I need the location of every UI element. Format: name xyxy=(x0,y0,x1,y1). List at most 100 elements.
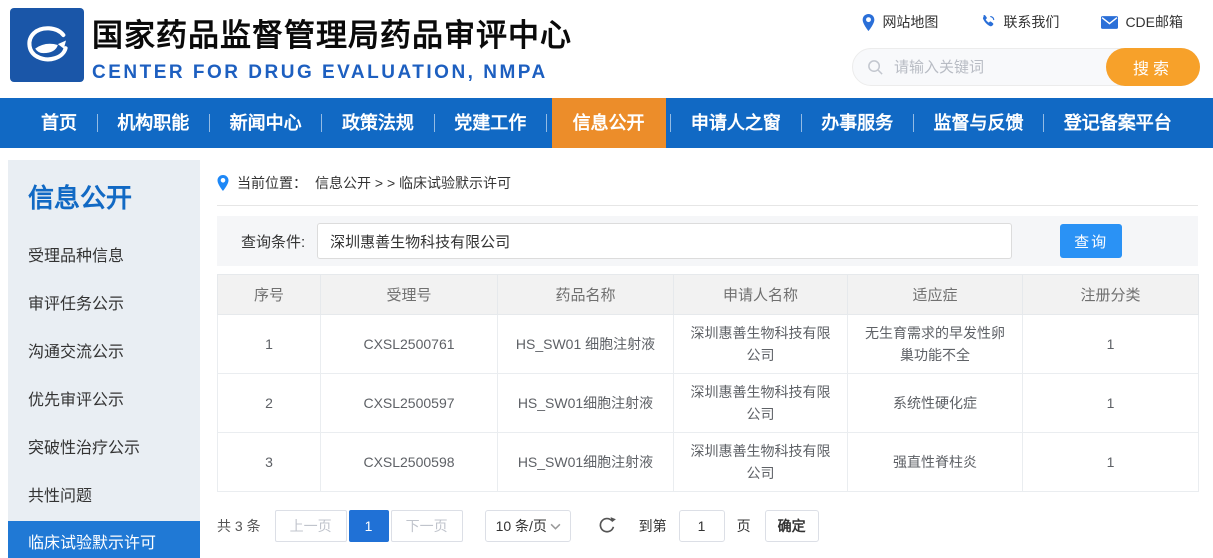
table-cell: 系统性硬化症 xyxy=(848,374,1023,433)
nav-separator xyxy=(913,114,914,132)
table-cell: CXSL2500761 xyxy=(321,315,498,374)
content: 信息公开 受理品种信息审评任务公示沟通交流公示优先审评公示突破性治疗公示共性问题… xyxy=(0,148,1213,558)
sidebar-item-4[interactable]: 突破性治疗公示 xyxy=(8,425,200,473)
contact-label: 联系我们 xyxy=(1003,12,1059,32)
table-cell: 深圳惠善生物科技有限公司 xyxy=(674,315,848,374)
table-cell: 2 xyxy=(218,374,321,433)
table-row: 1CXSL2500761HS_SW01 细胞注射液深圳惠善生物科技有限公司无生育… xyxy=(218,315,1199,374)
table-cell: 1 xyxy=(1023,315,1199,374)
column-header: 序号 xyxy=(218,275,321,315)
sitemap-link[interactable]: 网站地图 xyxy=(862,12,938,32)
sidebar-item-2[interactable]: 沟通交流公示 xyxy=(8,329,200,377)
nav-separator xyxy=(670,114,671,132)
table-cell: 深圳惠善生物科技有限公司 xyxy=(674,433,848,492)
search-button[interactable]: 搜索 xyxy=(1106,48,1200,86)
query-input[interactable] xyxy=(317,223,1012,259)
cde-logo xyxy=(10,8,84,82)
sidebar-item-6[interactable]: 临床试验默示许可 xyxy=(8,521,200,558)
goto-page-input[interactable] xyxy=(679,510,725,542)
table-cell: CXSL2500597 xyxy=(321,374,498,433)
breadcrumb-divider xyxy=(217,205,1198,206)
sidebar-title: 信息公开 xyxy=(8,160,200,233)
query-bar: 查询条件: 查询 xyxy=(217,216,1198,266)
sidebar-menu: 受理品种信息审评任务公示沟通交流公示优先审评公示突破性治疗公示共性问题临床试验默… xyxy=(8,233,200,558)
nav-item-5[interactable]: 信息公开 xyxy=(552,98,666,148)
nav-separator xyxy=(801,114,802,132)
nav-separator xyxy=(97,114,98,132)
pagination: 共 3 条 上一页 1 下一页 10 条/页 到第 页 确定 xyxy=(217,510,1198,542)
table-cell: HS_SW01细胞注射液 xyxy=(498,433,674,492)
results-table: 序号受理号药品名称申请人名称适应症注册分类 1CXSL2500761HS_SW0… xyxy=(217,274,1199,492)
sitemap-label: 网站地图 xyxy=(882,12,938,32)
column-header: 适应症 xyxy=(848,275,1023,315)
next-page-button[interactable]: 下一页 xyxy=(391,510,463,542)
goto-page-suffix: 页 xyxy=(737,516,751,536)
sidebar-item-1[interactable]: 审评任务公示 xyxy=(8,281,200,329)
contact-link[interactable]: 联系我们 xyxy=(980,12,1059,32)
table-cell: 深圳惠善生物科技有限公司 xyxy=(674,374,848,433)
table-cell: CXSL2500598 xyxy=(321,433,498,492)
sidebar-item-3[interactable]: 优先审评公示 xyxy=(8,377,200,425)
table-cell: 强直性脊柱炎 xyxy=(848,433,1023,492)
search-icon xyxy=(867,59,884,76)
nav-separator xyxy=(434,114,435,132)
table-cell: 3 xyxy=(218,433,321,492)
column-header: 注册分类 xyxy=(1023,275,1199,315)
main-nav: 首页机构职能新闻中心政策法规党建工作信息公开申请人之窗办事服务监督与反馈登记备案… xyxy=(0,98,1213,148)
nav-item-7[interactable]: 办事服务 xyxy=(806,98,908,148)
breadcrumb-pin-icon xyxy=(217,175,229,191)
column-header: 受理号 xyxy=(321,275,498,315)
query-label: 查询条件: xyxy=(241,231,305,252)
main-panel: 当前位置： 信息公开 > > 临床试验默示许可 查询条件: 查询 序号受理号药品… xyxy=(217,160,1198,542)
table-body: 1CXSL2500761HS_SW01 细胞注射液深圳惠善生物科技有限公司无生育… xyxy=(218,315,1199,492)
confirm-button[interactable]: 确定 xyxy=(765,510,819,542)
chevron-down-icon xyxy=(550,523,561,530)
goto-page-label: 到第 xyxy=(639,516,667,536)
site-header: 国家药品监督管理局药品审评中心 CENTER FOR DRUG EVALUATI… xyxy=(0,0,1213,98)
nav-item-3[interactable]: 政策法规 xyxy=(327,98,429,148)
column-header: 申请人名称 xyxy=(674,275,848,315)
table-row: 3CXSL2500598HS_SW01细胞注射液深圳惠善生物科技有限公司强直性脊… xyxy=(218,433,1199,492)
phone-icon xyxy=(980,14,996,30)
table-cell: 无生育需求的早发性卵巢功能不全 xyxy=(848,315,1023,374)
nav-separator xyxy=(209,114,210,132)
cde-mail-label: CDE邮箱 xyxy=(1125,12,1183,32)
header-search: 搜索 xyxy=(852,48,1200,86)
mail-icon xyxy=(1101,16,1118,29)
sidebar-item-0[interactable]: 受理品种信息 xyxy=(8,233,200,281)
breadcrumb-prefix: 当前位置： xyxy=(237,173,307,193)
table-row: 2CXSL2500597HS_SW01细胞注射液深圳惠善生物科技有限公司系统性硬… xyxy=(218,374,1199,433)
nav-item-1[interactable]: 机构职能 xyxy=(102,98,204,148)
nav-item-9[interactable]: 登记备案平台 xyxy=(1049,98,1187,148)
location-pin-icon xyxy=(862,14,875,31)
quick-links: 网站地图 联系我们 CDE邮箱 xyxy=(862,12,1183,32)
nav-item-8[interactable]: 监督与反馈 xyxy=(919,98,1039,148)
sidebar-item-5[interactable]: 共性问题 xyxy=(8,473,200,521)
nav-separator xyxy=(1043,114,1044,132)
table-cell: HS_SW01 细胞注射液 xyxy=(498,315,674,374)
prev-page-button[interactable]: 上一页 xyxy=(275,510,347,542)
nav-item-2[interactable]: 新闻中心 xyxy=(215,98,317,148)
refresh-icon[interactable] xyxy=(597,516,617,536)
total-count: 共 3 条 xyxy=(217,516,261,536)
sidebar: 信息公开 受理品种信息审评任务公示沟通交流公示优先审评公示突破性治疗公示共性问题… xyxy=(8,160,200,558)
table-cell: 1 xyxy=(1023,433,1199,492)
table-cell: 1 xyxy=(218,315,321,374)
site-titles: 国家药品监督管理局药品审评中心 CENTER FOR DRUG EVALUATI… xyxy=(92,10,572,84)
column-header: 药品名称 xyxy=(498,275,674,315)
breadcrumb: 当前位置： 信息公开 > > 临床试验默示许可 xyxy=(217,172,1198,194)
fish-swirl-icon xyxy=(18,16,76,74)
cde-mail-link[interactable]: CDE邮箱 xyxy=(1101,12,1183,32)
site-title-en: CENTER FOR DRUG EVALUATION, NMPA xyxy=(92,62,572,84)
table-header-row: 序号受理号药品名称申请人名称适应症注册分类 xyxy=(218,275,1199,315)
query-button[interactable]: 查询 xyxy=(1060,224,1122,258)
table-cell: HS_SW01细胞注射液 xyxy=(498,374,674,433)
nav-item-0[interactable]: 首页 xyxy=(26,98,92,148)
page-size-select[interactable]: 10 条/页 xyxy=(485,510,571,542)
current-page-button[interactable]: 1 xyxy=(349,510,389,542)
site-title-cn: 国家药品监督管理局药品审评中心 xyxy=(92,10,572,55)
breadcrumb-path[interactable]: 信息公开 > > 临床试验默示许可 xyxy=(315,173,511,193)
nav-item-6[interactable]: 申请人之窗 xyxy=(676,98,796,148)
nav-separator xyxy=(546,114,547,132)
nav-item-4[interactable]: 党建工作 xyxy=(439,98,541,148)
